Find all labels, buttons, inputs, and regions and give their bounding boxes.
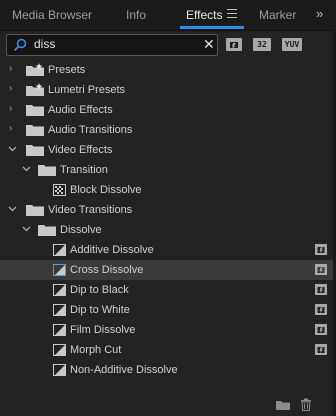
tree-item-label: Transition [60,164,108,176]
overflow-panels-icon[interactable]: » [316,6,323,21]
chevron-right-icon[interactable]: › [9,104,19,114]
tree-item-label: Video Effects [48,144,113,156]
tab-media-browser[interactable]: Media Browser [12,8,92,22]
tree-item-label: Block Dissolve [70,184,142,196]
folder-icon [26,105,44,116]
tree-item-label: Dissolve [60,224,102,236]
tree-item-block-dissolve[interactable]: Block Dissolve [0,180,336,200]
accelerated-effect-icon [315,324,327,335]
active-tab-indicator [180,26,244,29]
tree-item-video-effects[interactable]: Video Effects [0,140,336,160]
tree-item-non-additive-dissolve[interactable]: Non-Additive Dissolve [0,360,336,380]
trash-icon[interactable] [300,398,312,411]
yuv-filter-button[interactable]: YUV [282,38,302,51]
accelerated-effects-filter-icon[interactable] [226,38,242,51]
transition-icon [53,324,66,336]
folder-icon [26,145,44,156]
tree-item-label: Film Dissolve [70,324,136,336]
search-input[interactable] [34,36,184,52]
tree-item-label: Dip to White [70,304,130,316]
tree-item-cross-dissolve[interactable]: Cross Dissolve [0,260,336,280]
tree-item-label: Audio Transitions [48,124,133,136]
search-box[interactable]: ✕ [6,34,218,56]
effects-panel: Media Browser Info Effects Marker » ✕ 32… [0,0,336,416]
transition-icon [53,344,66,356]
chevron-down-icon[interactable] [22,165,32,175]
tree-item-label: Non-Additive Dissolve [70,364,178,376]
new-bin-folder-icon[interactable] [275,399,291,411]
chevron-right-icon[interactable]: › [9,84,19,94]
tree-item-label: Audio Effects [48,104,113,116]
tree-item-dip-to-black[interactable]: Dip to Black [0,280,336,300]
accelerated-effect-icon [315,344,327,355]
panel-footer [0,396,336,416]
tab-marker[interactable]: Marker [259,8,296,22]
tree-item-additive-dissolve[interactable]: Additive Dissolve [0,240,336,260]
tab-effects[interactable]: Effects [186,8,222,22]
tree-item-video-transitions[interactable]: Video Transitions [0,200,336,220]
folder-icon [26,205,44,216]
folder-icon [26,125,44,136]
preset-folder-icon [26,83,44,96]
folder-icon [38,165,56,176]
accelerated-effect-icon [315,264,327,275]
tree-item-audio-effects[interactable]: › Audio Effects [0,100,336,120]
tree-item-label: Presets [48,64,86,76]
panel-tab-bar: Media Browser Info Effects Marker » [0,0,336,31]
clear-search-icon[interactable]: ✕ [203,36,215,53]
transition-icon [53,284,66,296]
tree-item-transition[interactable]: Transition [0,160,336,180]
panel-menu-icon[interactable] [227,9,237,19]
32-bit-filter-button[interactable]: 32 [253,38,271,51]
chevron-right-icon[interactable]: › [9,64,19,74]
chevron-down-icon[interactable] [8,205,18,215]
tree-item-label: Video Transitions [48,204,133,216]
tree-item-label: Dip to Black [70,284,129,296]
tree-item-presets[interactable]: › Presets [0,60,336,80]
tab-info[interactable]: Info [126,8,146,22]
preset-folder-icon [26,63,44,76]
tree-item-label: Morph Cut [70,344,122,356]
chevron-down-icon[interactable] [22,225,32,235]
accelerated-effect-icon [315,244,327,255]
tree-item-label: Lumetri Presets [48,84,126,96]
folder-icon [38,225,56,236]
effect-icon [53,184,66,196]
transition-icon [53,304,66,316]
tree-item-dip-to-white[interactable]: Dip to White [0,300,336,320]
transition-icon [53,364,66,376]
tree-item-lumetri-presets[interactable]: › Lumetri Presets [0,80,336,100]
transition-icon [53,264,66,276]
accelerated-effect-icon [315,304,327,315]
tree-item-label: Cross Dissolve [70,264,144,276]
transition-icon [53,244,66,256]
accelerated-effect-icon [315,284,327,295]
tree-item-dissolve[interactable]: Dissolve [0,220,336,240]
tree-item-audio-transitions[interactable]: › Audio Transitions [0,120,336,140]
tree-item-label: Additive Dissolve [70,244,154,256]
tree-item-morph-cut[interactable]: Morph Cut [0,340,336,360]
search-row: ✕ 32 YUV [0,30,336,58]
chevron-down-icon[interactable] [8,145,18,155]
tree-item-film-dissolve[interactable]: Film Dissolve [0,320,336,340]
search-icon [13,38,27,52]
chevron-right-icon[interactable]: › [9,124,19,134]
